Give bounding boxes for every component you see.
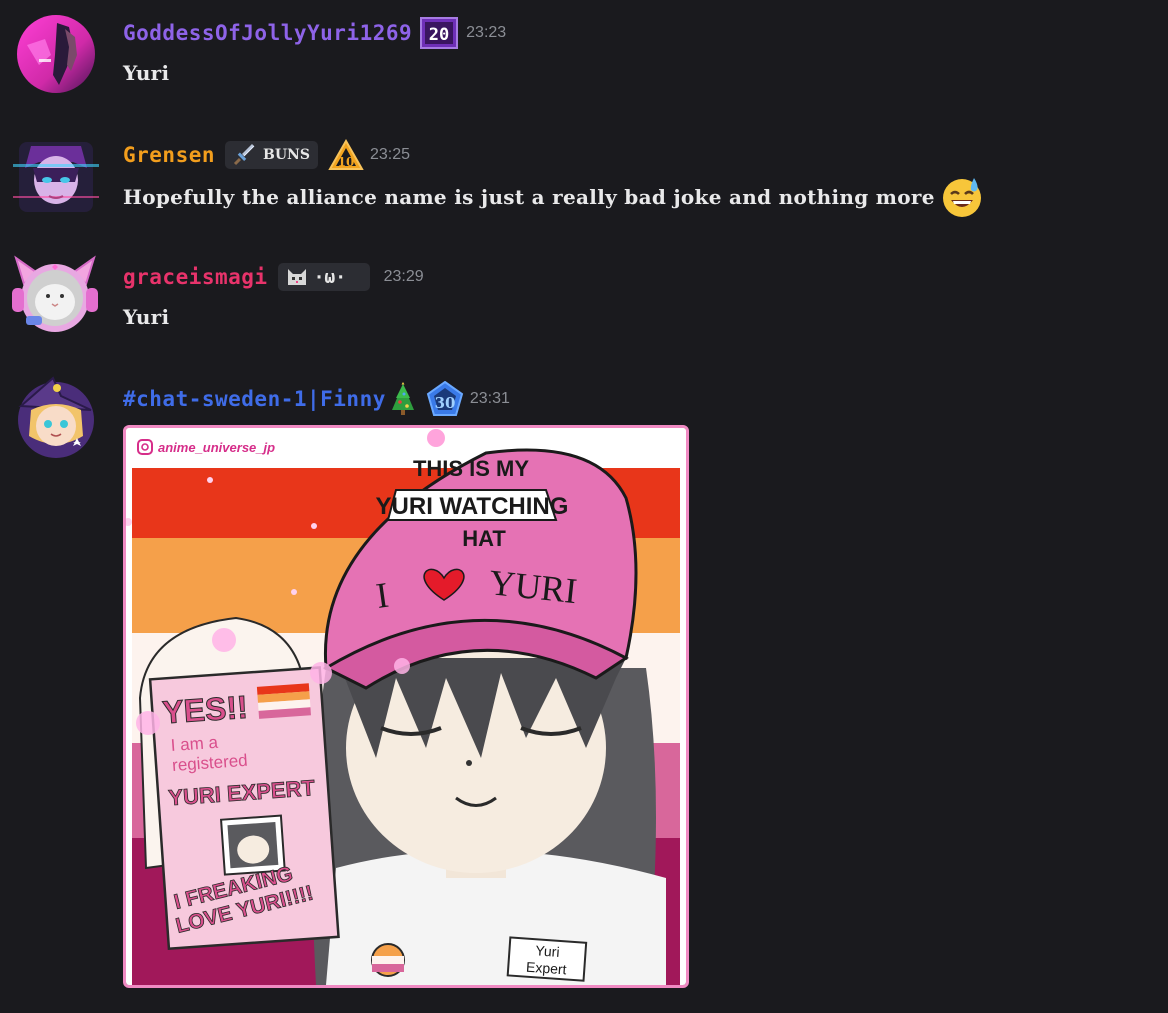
level-badge[interactable]: 30: [426, 381, 464, 417]
timestamp: 23:23: [466, 24, 507, 41]
cat-icon: [287, 269, 306, 285]
guild-tag-text: BUNS: [263, 147, 310, 163]
username[interactable]: graceismagi: [123, 265, 268, 289]
card-line-1: I am a: [170, 733, 219, 755]
avatar[interactable]: [13, 376, 99, 460]
timestamp: 23:25: [369, 146, 411, 163]
username[interactable]: Grensen: [123, 143, 215, 167]
card-yes-text: YES!!: [161, 689, 249, 731]
message-text: Hopefully the alliance name is just a re…: [123, 175, 983, 219]
username[interactable]: #chat-sweden-1|Finny: [123, 387, 386, 411]
guild-tag[interactable]: ·ω·: [277, 263, 370, 291]
image-attachment[interactable]: anime_universe_jp THIS IS MY YURI WATCHI…: [123, 425, 689, 988]
sweat-smile-emoji-icon: [942, 178, 981, 217]
level-badge[interactable]: 10: [328, 139, 364, 171]
message-text-content: Hopefully the alliance name is just a re…: [123, 185, 935, 209]
message-text-content: Yuri: [123, 61, 170, 85]
watermark-text: anime_universe_jp: [158, 440, 275, 455]
username[interactable]: GoddessOfJollyYuri1269: [123, 21, 412, 45]
name-tag-line-2: Expert: [526, 959, 568, 978]
chat-log: GoddessOfJollyYuri1269 20 23:23 Yuri Gre…: [0, 0, 1168, 1013]
level-badge-text: 30: [434, 394, 455, 412]
level-badge-text: 20: [429, 25, 449, 45]
message-text: Yuri: [123, 58, 169, 88]
guild-tag[interactable]: BUNS: [225, 141, 318, 169]
cap-text-1: THIS IS MY: [413, 456, 529, 481]
name-tag-line-1: Yuri: [535, 942, 560, 960]
cap-text-2: YURI WATCHING: [376, 493, 569, 520]
cap-text-3: HAT: [462, 526, 506, 551]
avatar[interactable]: [13, 138, 99, 216]
message-text-content: Yuri: [123, 305, 170, 329]
avatar[interactable]: [17, 15, 95, 93]
level-badge[interactable]: 20: [420, 17, 459, 49]
level-badge-text: 10: [338, 155, 355, 169]
sword-icon: [233, 144, 255, 166]
message-text: Yuri: [123, 302, 169, 332]
timestamp: 23:29: [383, 268, 424, 285]
timestamp: 23:31: [469, 390, 510, 407]
guild-tag-text: ·ω·: [313, 266, 347, 288]
avatar[interactable]: [10, 254, 100, 338]
christmas-tree-icon: [391, 382, 414, 415]
